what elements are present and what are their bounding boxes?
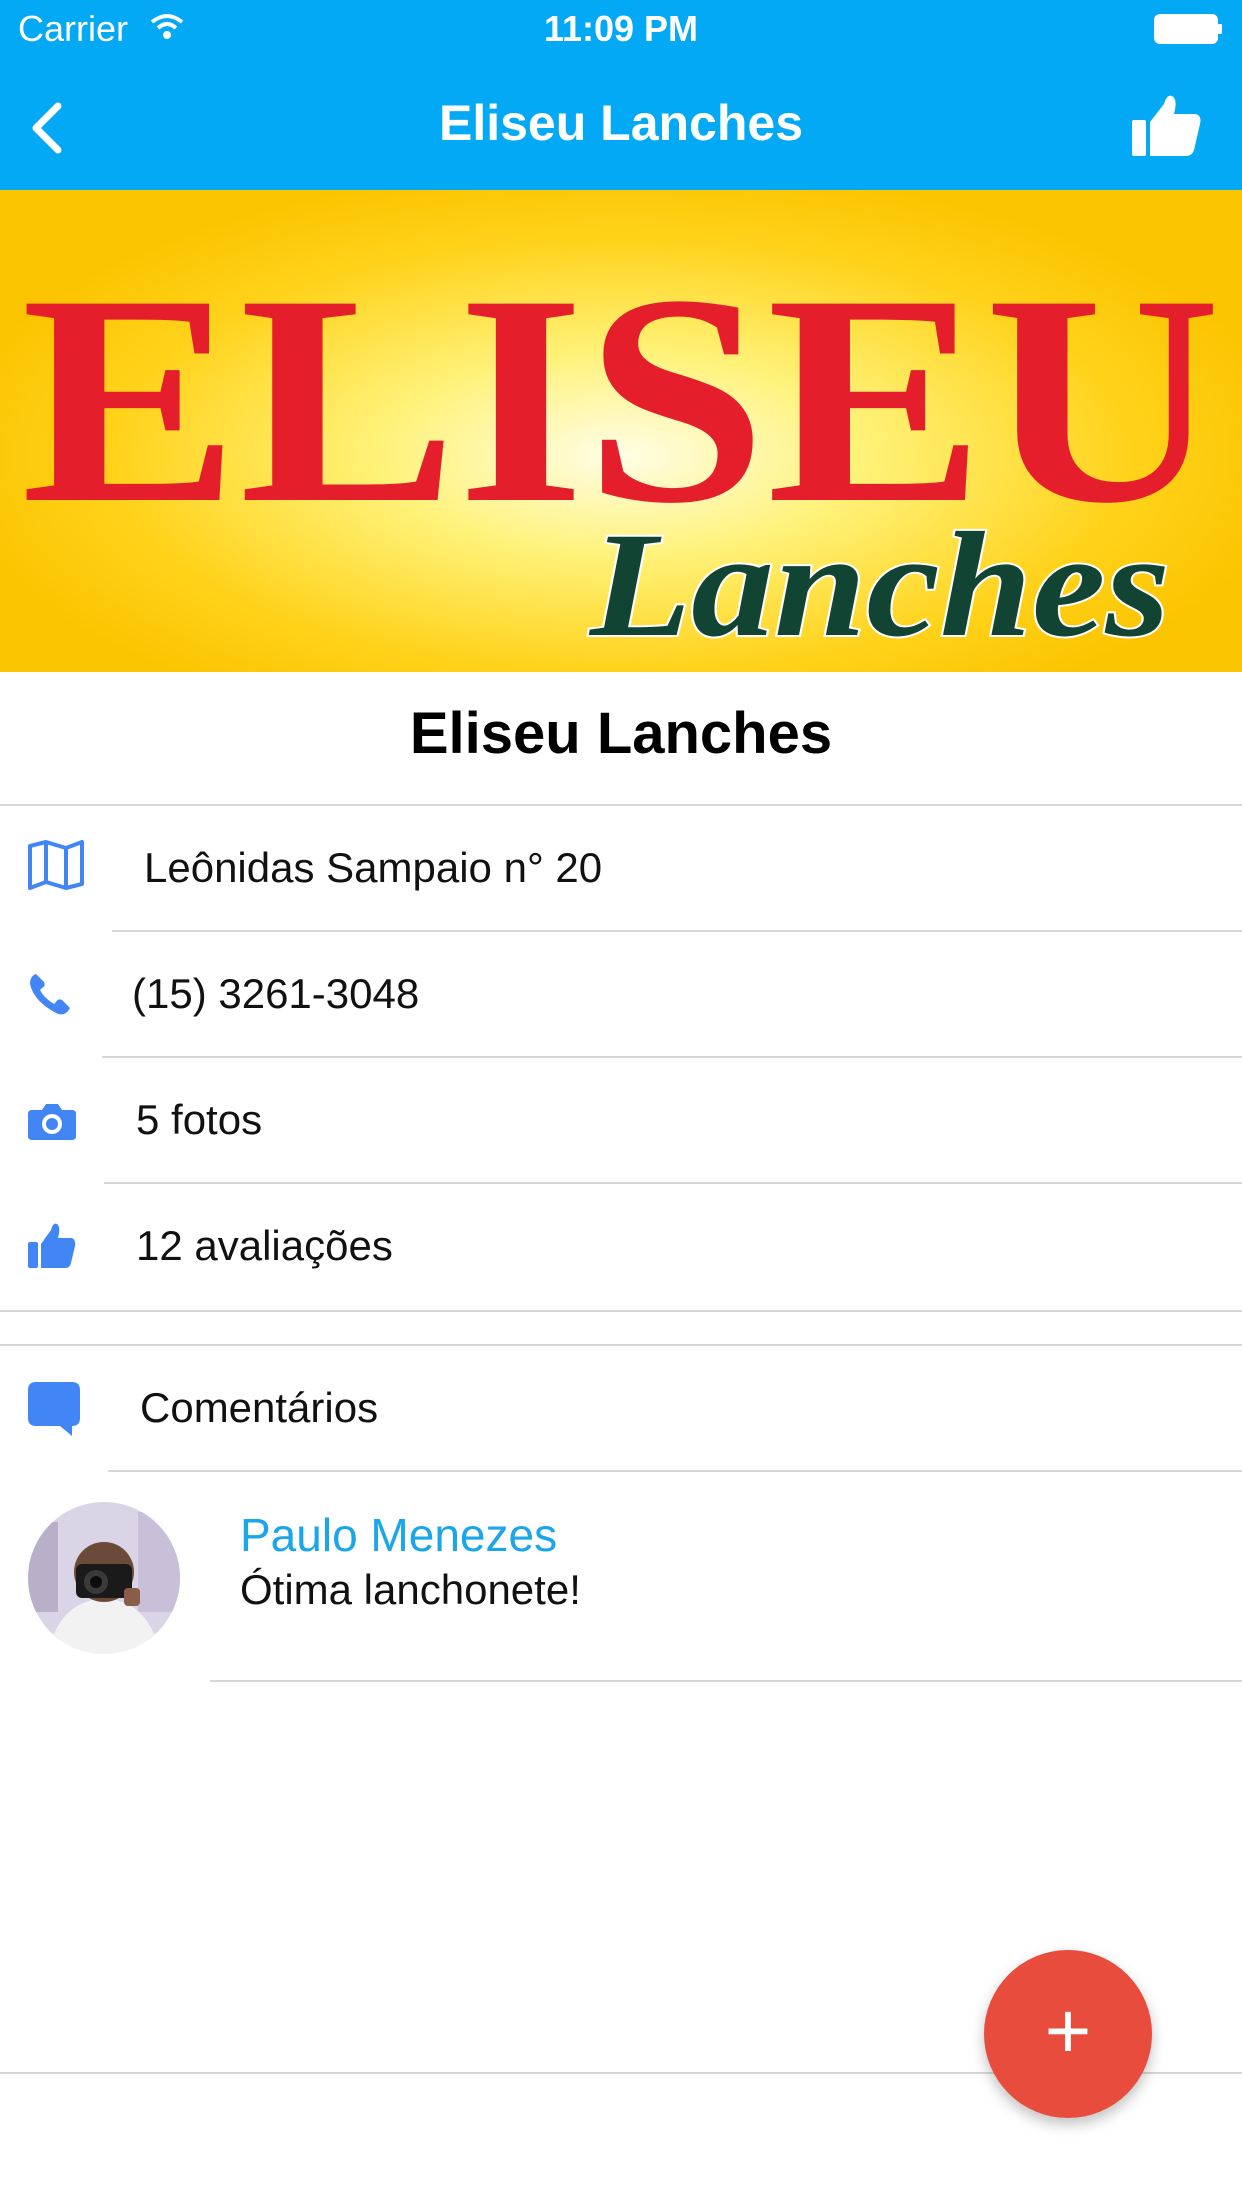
divider: [108, 1470, 1242, 1472]
avatar[interactable]: [28, 1502, 180, 1654]
phone-text: (15) 3261-3048: [132, 970, 420, 1017]
comments-row[interactable]: Comentários: [0, 1346, 1242, 1470]
divider: [0, 1310, 1242, 1312]
divider: [210, 1680, 1242, 1682]
camera-icon: [28, 1104, 76, 1140]
banner-carousel[interactable]: ELISEU Lanches: [0, 190, 1242, 672]
photos-row[interactable]: 5 fotos: [0, 1058, 1242, 1182]
nav-title: Eliseu Lanches: [438, 95, 804, 151]
reviews-text: 12 avaliações: [136, 1222, 393, 1269]
plus-icon: +: [1044, 1986, 1092, 2075]
phone-row[interactable]: (15) 3261-3048: [0, 932, 1242, 1056]
phone-icon: [30, 974, 70, 1015]
reviews-row[interactable]: 12 avaliações: [0, 1184, 1242, 1308]
comments-label: Comentários: [140, 1384, 379, 1431]
comment-text: Ótima lanchonete!: [240, 1566, 581, 1613]
battery-icon: [1154, 14, 1222, 44]
comment-icon: [28, 1382, 80, 1436]
status-bar: Carrier 11:09 PM: [0, 0, 1242, 60]
thumbs-up-icon: [28, 1223, 76, 1268]
banner-logo: ELISEU Lanches: [21, 233, 1221, 670]
top-bar: Carrier 11:09 PM Eliseu Lanches: [0, 0, 1242, 190]
address-text: Leônidas Sampaio n° 20: [144, 844, 603, 891]
like-button[interactable]: [1130, 92, 1202, 158]
address-row[interactable]: Leônidas Sampaio n° 20: [0, 806, 1242, 930]
status-time: 11:09 PM: [543, 8, 699, 49]
place-title: Eliseu Lanches: [409, 701, 833, 766]
photos-text: 5 fotos: [136, 1096, 263, 1143]
map-icon: [28, 840, 84, 890]
logo-line2: Lanches: [588, 502, 1170, 668]
add-comment-button[interactable]: +: [984, 1950, 1152, 2118]
comment-author[interactable]: Paulo Menezes: [240, 1508, 557, 1562]
